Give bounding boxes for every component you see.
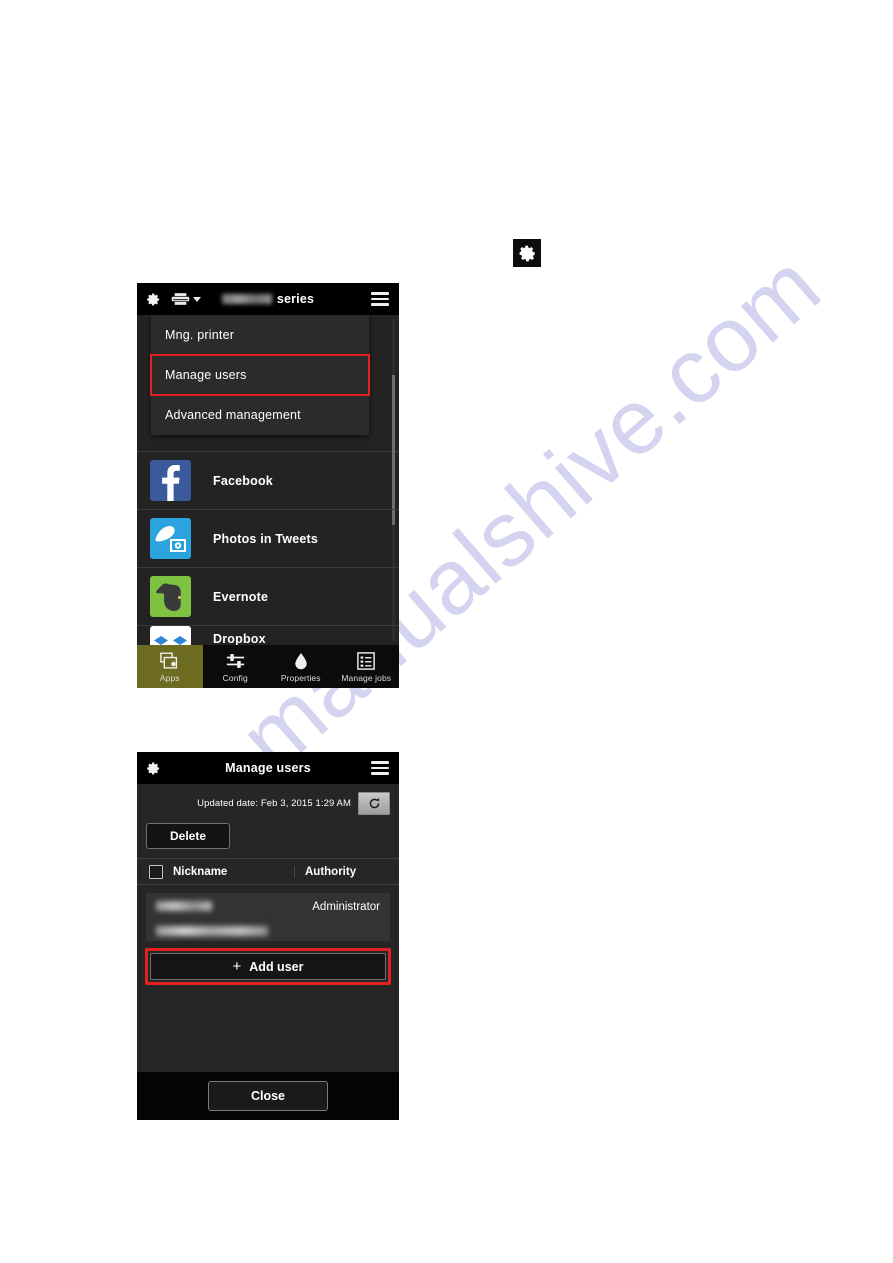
evernote-icon [150,576,191,617]
page-watermark: manualshive.com [0,0,893,1263]
sliders-icon [226,651,245,671]
add-user-button[interactable]: + Add user [150,953,386,980]
user-email-redacted [156,926,268,936]
gear-icon [513,239,541,267]
user-nickname-redacted [156,901,212,911]
updated-row: Updated date: Feb 3, 2015 1:29 AM [137,784,399,815]
user-authority: Administrator [312,901,380,913]
list-item[interactable]: Evernote [137,568,399,626]
caret-down-icon [193,296,201,302]
users-body: Updated date: Feb 3, 2015 1:29 AM Delete… [137,784,399,1120]
updated-date-text: Updated date: Feb 3, 2015 1:29 AM [197,798,351,809]
ink-drop-icon [294,651,308,671]
menu-item-advanced-management[interactable]: Advanced management [151,395,369,435]
list-item-label: Facebook [213,473,273,488]
apps-body: Facebook Photos in Tweets Evernote Dropb… [137,315,399,688]
apps-header-bar: series [137,283,399,315]
printer-icon [171,293,190,305]
select-all-checkbox[interactable] [149,864,163,879]
plus-icon: + [232,958,242,975]
tab-label: Apps [159,672,180,683]
tab-label: Config [222,672,248,683]
add-user-highlight: + Add user [145,948,391,985]
list-item[interactable]: Photos in Tweets [137,510,399,568]
apps-icon [160,651,179,671]
menu-item-label: Advanced management [165,408,301,422]
gear-icon[interactable] [146,761,161,776]
column-header-nickname: Nickname [173,865,228,878]
add-user-label: Add user [249,959,304,974]
close-button-label: Close [250,1089,286,1103]
menu-item-manage-users[interactable]: Manage users [150,354,370,396]
hamburger-menu-icon[interactable] [371,292,389,306]
printer-apps-screenshot: series Facebook Photos in Tweets Evernot… [137,283,399,688]
delete-button-label: Delete [169,829,207,843]
tab-apps[interactable]: Apps [137,645,203,688]
list-item[interactable]: Facebook [137,452,399,510]
refresh-button[interactable] [358,792,390,815]
tab-manage-jobs[interactable]: Manage jobs [334,645,400,688]
tab-config[interactable]: Config [203,645,269,688]
users-table-header: Nickname Authority [137,858,399,885]
list-item-label: Photos in Tweets [213,531,319,546]
twitter-bird-icon [150,518,191,559]
facebook-icon [150,460,191,501]
model-name-redacted [221,294,272,304]
menu-item-label: Manage users [165,368,247,382]
list-item-label: Dropbox [213,632,266,646]
tab-label: Properties [280,672,321,683]
bottom-tab-bar[interactable]: Apps Config Properties Manage jobs [137,645,399,688]
printer-selector[interactable] [171,292,201,306]
column-header-authority: Authority [294,865,399,878]
settings-dropdown-menu[interactable]: Mng. printer Manage users Advanced manag… [150,315,370,435]
tab-properties[interactable]: Properties [268,645,334,688]
checklist-icon [357,651,376,671]
users-footer: Close [137,1072,399,1120]
gear-icon[interactable] [146,292,161,307]
tab-label: Manage jobs [341,672,392,683]
menu-item-label: Mng. printer [165,327,235,342]
table-row[interactable]: Administrator [146,893,390,941]
manage-users-screenshot: Manage users Updated date: Feb 3, 2015 1… [137,752,399,1120]
users-header-bar: Manage users [137,752,399,784]
menu-item-mng-printer[interactable]: Mng. printer [151,315,369,355]
hamburger-menu-icon[interactable] [371,761,389,775]
close-button[interactable]: Close [208,1081,328,1111]
delete-button[interactable]: Delete [146,823,230,849]
title-suffix: series [276,292,315,306]
page-title: Manage users [225,761,311,775]
refresh-icon [369,797,379,809]
list-item-label: Evernote [213,589,269,604]
